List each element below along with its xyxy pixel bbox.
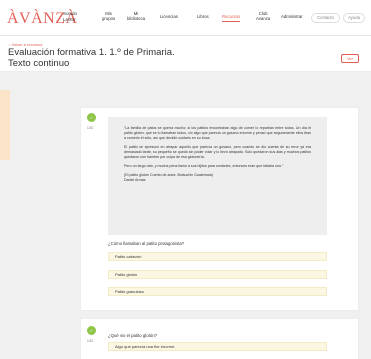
nav-mis-grupos-line2: grupos (102, 16, 116, 22)
nav-club-avanza[interactable]: Club Avanza (256, 11, 270, 22)
ayuda-button[interactable]: Ayuda (343, 13, 365, 23)
question-2-check-icon: ✓ (87, 326, 96, 335)
reading-paragraph: El patito se apresuró en atrapar aquello… (124, 145, 311, 159)
page-title-line1: Evaluación formativa 1. 1.º de Primaria. (8, 47, 175, 58)
question-1-points: 1/10 (87, 126, 94, 130)
ver-button[interactable]: Ver (341, 54, 359, 63)
nav-administrar[interactable]: Administrar (281, 14, 303, 19)
answer-option[interactable]: Patito cabezón (108, 252, 327, 261)
reading-paragraph: Pero un largo rato, y mucha pena llamó a… (124, 164, 284, 168)
page-title: Evaluación formativa 1. 1.º de Primaria.… (8, 47, 175, 69)
question-1-text: ¿Cómo llamaban al patito protagonista? (108, 241, 185, 246)
nav-licencias[interactable]: Licencias (160, 14, 178, 19)
nav-club-avanza-line2: Avanza (256, 16, 271, 22)
question-2-text: ¿Qué vio el patito glotón? (108, 333, 157, 338)
question-card-2 (80, 318, 359, 359)
contacto-button[interactable]: Contacto (311, 13, 340, 23)
question-2-points: 1/10 (87, 339, 94, 343)
nav-administrar-label: Administrar (281, 14, 303, 19)
brand-subtitle-line2: Lector (63, 16, 76, 22)
question-1-check-icon: ✓ (87, 113, 96, 122)
reading-paragraph: "La familia de patos se quería mucho; si… (124, 126, 311, 140)
nav-libros[interactable]: Libros (197, 14, 209, 19)
side-panel-tab[interactable] (0, 90, 10, 160)
answer-option[interactable]: Patito glotón (108, 270, 327, 279)
page-title-line2: Texto continuo (8, 58, 70, 69)
answer-option[interactable]: Algo que parecía una flor enorme. (108, 342, 327, 351)
top-nav: ÀVÀNZÀ Sonido Lector Mis grupos Mi bibli… (0, 0, 371, 36)
page-header: ‹ Volver a recursos Evaluación formativa… (0, 36, 371, 72)
nav-recursos[interactable]: Recursos (222, 14, 241, 23)
nav-recursos-label: Recursos (222, 14, 241, 19)
nav-mi-biblioteca-line2: biblioteca (127, 16, 146, 22)
nav-mi-biblioteca[interactable]: Mi biblioteca (127, 11, 145, 22)
brand-subtitle: Sonido Lector (63, 11, 77, 22)
reading-author: Daniel Armas (124, 178, 146, 182)
nav-mis-grupos[interactable]: Mis grupos (102, 11, 115, 22)
answer-option[interactable]: Patito granuloso (108, 287, 327, 296)
brand-subtitle-line1: Sonido (63, 11, 78, 16)
nav-licencias-label: Licencias (160, 14, 178, 19)
reading-text-box: "La familia de patos se quería mucho; si… (108, 117, 327, 235)
nav-libros-label: Libros (197, 14, 209, 19)
